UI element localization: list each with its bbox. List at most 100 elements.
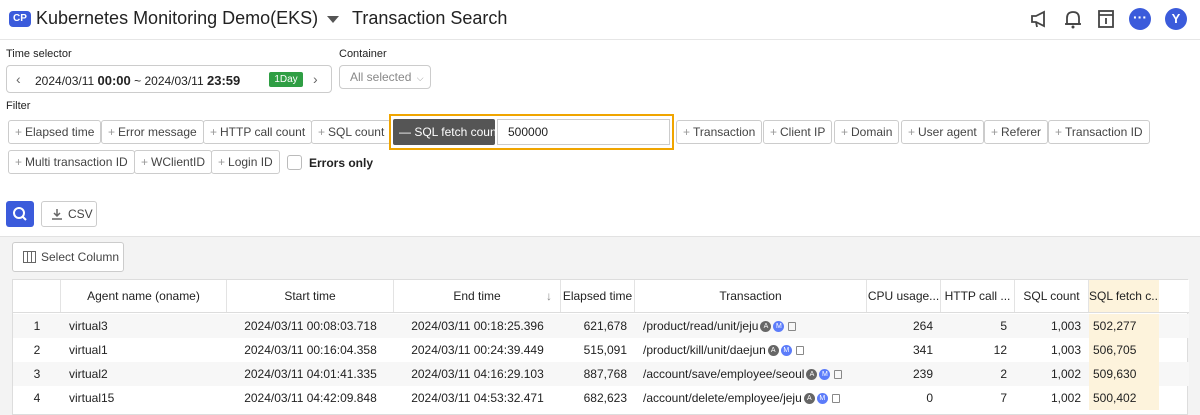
filter-error-message[interactable]: + Error message xyxy=(101,120,204,144)
filter-sql-count[interactable]: + SQL count xyxy=(311,120,392,144)
filter-transaction[interactable]: + Transaction xyxy=(676,120,763,144)
chevron-left-icon[interactable]: ‹ xyxy=(16,71,21,87)
agent-name-cell: virtual2 xyxy=(69,367,108,381)
errors-only-checkbox[interactable] xyxy=(287,155,302,170)
sort-arrow-down-icon[interactable]: ↓ xyxy=(546,280,552,312)
avatar[interactable]: Y xyxy=(1165,8,1187,30)
time-range[interactable]: 2024/03/11 00:00 ~ 2024/03/11 23:59 xyxy=(35,73,240,88)
csv-button[interactable]: CSV xyxy=(41,201,97,227)
agent-badge-icon: A xyxy=(803,393,815,405)
column-header-cpu-usage[interactable]: CPU usage... xyxy=(867,280,941,312)
sql-count-cell: 1,003 xyxy=(1050,319,1081,333)
column-header-sql-fetch-count[interactable]: SQL fetch c... xyxy=(1089,280,1159,312)
filter-client-ip[interactable]: + Client IP xyxy=(763,120,833,144)
end-time: 23:59 xyxy=(206,73,241,88)
sql-count-cell: 1,003 xyxy=(1050,343,1081,357)
transaction-cell[interactable]: /account/save/employee/seoul A M xyxy=(635,362,867,386)
copy-icon[interactable] xyxy=(795,346,804,356)
column-header-agent[interactable]: Agent name (oname) xyxy=(61,280,227,312)
table-row[interactable]: 4 virtual15 2024/03/11 04:42:09.848 2024… xyxy=(13,386,1189,410)
plus-icon: + xyxy=(141,155,149,169)
time-selector[interactable]: ‹ 2024/03/11 00:00 ~ 2024/03/11 23:59 1D… xyxy=(6,65,332,93)
column-header-sql-count[interactable]: SQL count xyxy=(1015,280,1089,312)
column-header-elapsed-time[interactable]: Elapsed time xyxy=(561,280,635,312)
cpu-usage-cell: 239 xyxy=(912,367,933,381)
container-select[interactable]: All selected ⌵ xyxy=(339,65,431,89)
column-header-transaction[interactable]: Transaction xyxy=(635,280,867,312)
table-row[interactable]: 3 virtual2 2024/03/11 04:01:41.335 2024/… xyxy=(13,362,1189,386)
sql-fetch-count-cell: 506,705 xyxy=(1089,338,1159,362)
transaction-link[interactable]: /account/save/employee/seoul xyxy=(643,367,804,381)
sql-count-cell: 1,002 xyxy=(1050,391,1081,405)
select-column-button[interactable]: Select Column xyxy=(12,242,124,272)
http-call-cell: 12 xyxy=(993,343,1007,357)
bell-icon[interactable] xyxy=(1062,8,1084,30)
transaction-cell[interactable]: /product/kill/unit/daejun A M xyxy=(635,338,867,362)
filter-label-text: SQL count xyxy=(328,125,385,139)
end-time-cell: 2024/03/11 04:53:32.471 xyxy=(411,391,544,405)
http-call-cell: 7 xyxy=(1000,391,1007,405)
document-icon[interactable] xyxy=(1095,8,1117,30)
table-row[interactable]: 1 virtual3 2024/03/11 00:08:03.718 2024/… xyxy=(13,314,1189,338)
agent-name-cell: virtual15 xyxy=(69,391,115,405)
filter-label-text: Error message xyxy=(118,125,197,139)
top-bar: CP Kubernetes Monitoring Demo(EKS) Trans… xyxy=(0,0,1200,40)
project-selector[interactable]: Kubernetes Monitoring Demo(EKS) xyxy=(36,8,318,29)
filter-transaction-id[interactable]: + Transaction ID xyxy=(1048,120,1150,144)
cpu-usage-cell: 0 xyxy=(926,391,933,405)
start-time-cell: 2024/03/11 00:08:03.718 xyxy=(244,319,377,333)
filter-domain[interactable]: + Domain xyxy=(834,120,900,144)
table-row[interactable]: 2 virtual1 2024/03/11 00:16:04.358 2024/… xyxy=(13,338,1189,362)
end-date: 2024/03/11 xyxy=(144,74,204,88)
filter-label-text: HTTP call count xyxy=(220,125,306,139)
elapsed-time-cell: 621,678 xyxy=(583,319,627,333)
sql-fetch-count-input[interactable]: 500000 xyxy=(497,119,670,145)
filter-elapsed-time[interactable]: + Elapsed time xyxy=(8,120,102,144)
range-badge[interactable]: 1Day xyxy=(269,72,303,87)
agent-badge-icon: A xyxy=(806,369,818,381)
transaction-link[interactable]: /account/delete/employee/jeju xyxy=(643,391,802,405)
copy-icon[interactable] xyxy=(831,394,840,404)
chevron-right-icon[interactable]: › xyxy=(313,71,318,87)
start-time: 00:00 xyxy=(97,73,131,88)
http-call-cell: 2 xyxy=(1000,367,1007,381)
columns-icon xyxy=(23,251,36,263)
method-badge-icon: M xyxy=(773,321,785,333)
filter-user-agent[interactable]: + User agent xyxy=(901,120,984,144)
active-filter-label: SQL fetch count xyxy=(414,125,500,139)
filter-label-text: Login ID xyxy=(228,155,273,169)
column-header-http-call[interactable]: HTTP call ... xyxy=(941,280,1015,312)
megaphone-icon[interactable] xyxy=(1029,8,1051,30)
chat-icon[interactable]: ··· xyxy=(1129,8,1151,30)
sql-fetch-count-cell: 509,630 xyxy=(1089,362,1159,386)
minus-icon: — xyxy=(399,125,415,139)
download-icon xyxy=(52,209,62,220)
search-button[interactable] xyxy=(6,201,34,227)
chevron-down-icon[interactable] xyxy=(327,16,339,23)
method-badge-icon: M xyxy=(780,345,792,357)
transaction-cell[interactable]: /product/read/unit/jeju A M xyxy=(635,314,867,338)
transaction-cell[interactable]: /account/delete/employee/jeju A M xyxy=(635,386,867,410)
row-index: 2 xyxy=(33,343,41,357)
transaction-link[interactable]: /product/read/unit/jeju xyxy=(643,319,758,333)
filter-referer[interactable]: + Referer xyxy=(984,120,1049,144)
column-header-start-time[interactable]: Start time xyxy=(227,280,394,312)
elapsed-time-cell: 887,768 xyxy=(583,367,627,381)
filter-label-text: Multi transaction ID xyxy=(25,155,128,169)
agent-badge-icon: A xyxy=(760,321,772,333)
copy-icon[interactable] xyxy=(788,322,797,332)
filter-wclientid[interactable]: + WClientID xyxy=(134,150,213,174)
start-date: 2024/03/11 xyxy=(35,74,95,88)
transaction-link[interactable]: /product/kill/unit/daejun xyxy=(643,343,766,357)
filter-multi-transaction-id[interactable]: + Multi transaction ID xyxy=(8,150,135,174)
elapsed-time-cell: 515,091 xyxy=(583,343,627,357)
start-time-cell: 2024/03/11 04:42:09.848 xyxy=(244,391,377,405)
filter-http-call-count[interactable]: + HTTP call count xyxy=(203,120,313,144)
filter-login-id[interactable]: + Login ID xyxy=(211,150,280,174)
remove-filter-button[interactable]: — SQL fetch count xyxy=(393,119,500,145)
column-header-end-time[interactable]: End time ↓ xyxy=(394,280,561,312)
agent-name-cell: virtual3 xyxy=(69,319,108,333)
copy-icon[interactable] xyxy=(834,370,843,380)
project-badge: CP xyxy=(9,11,31,27)
table-header: Agent name (oname) Start time End time ↓… xyxy=(13,280,1189,313)
